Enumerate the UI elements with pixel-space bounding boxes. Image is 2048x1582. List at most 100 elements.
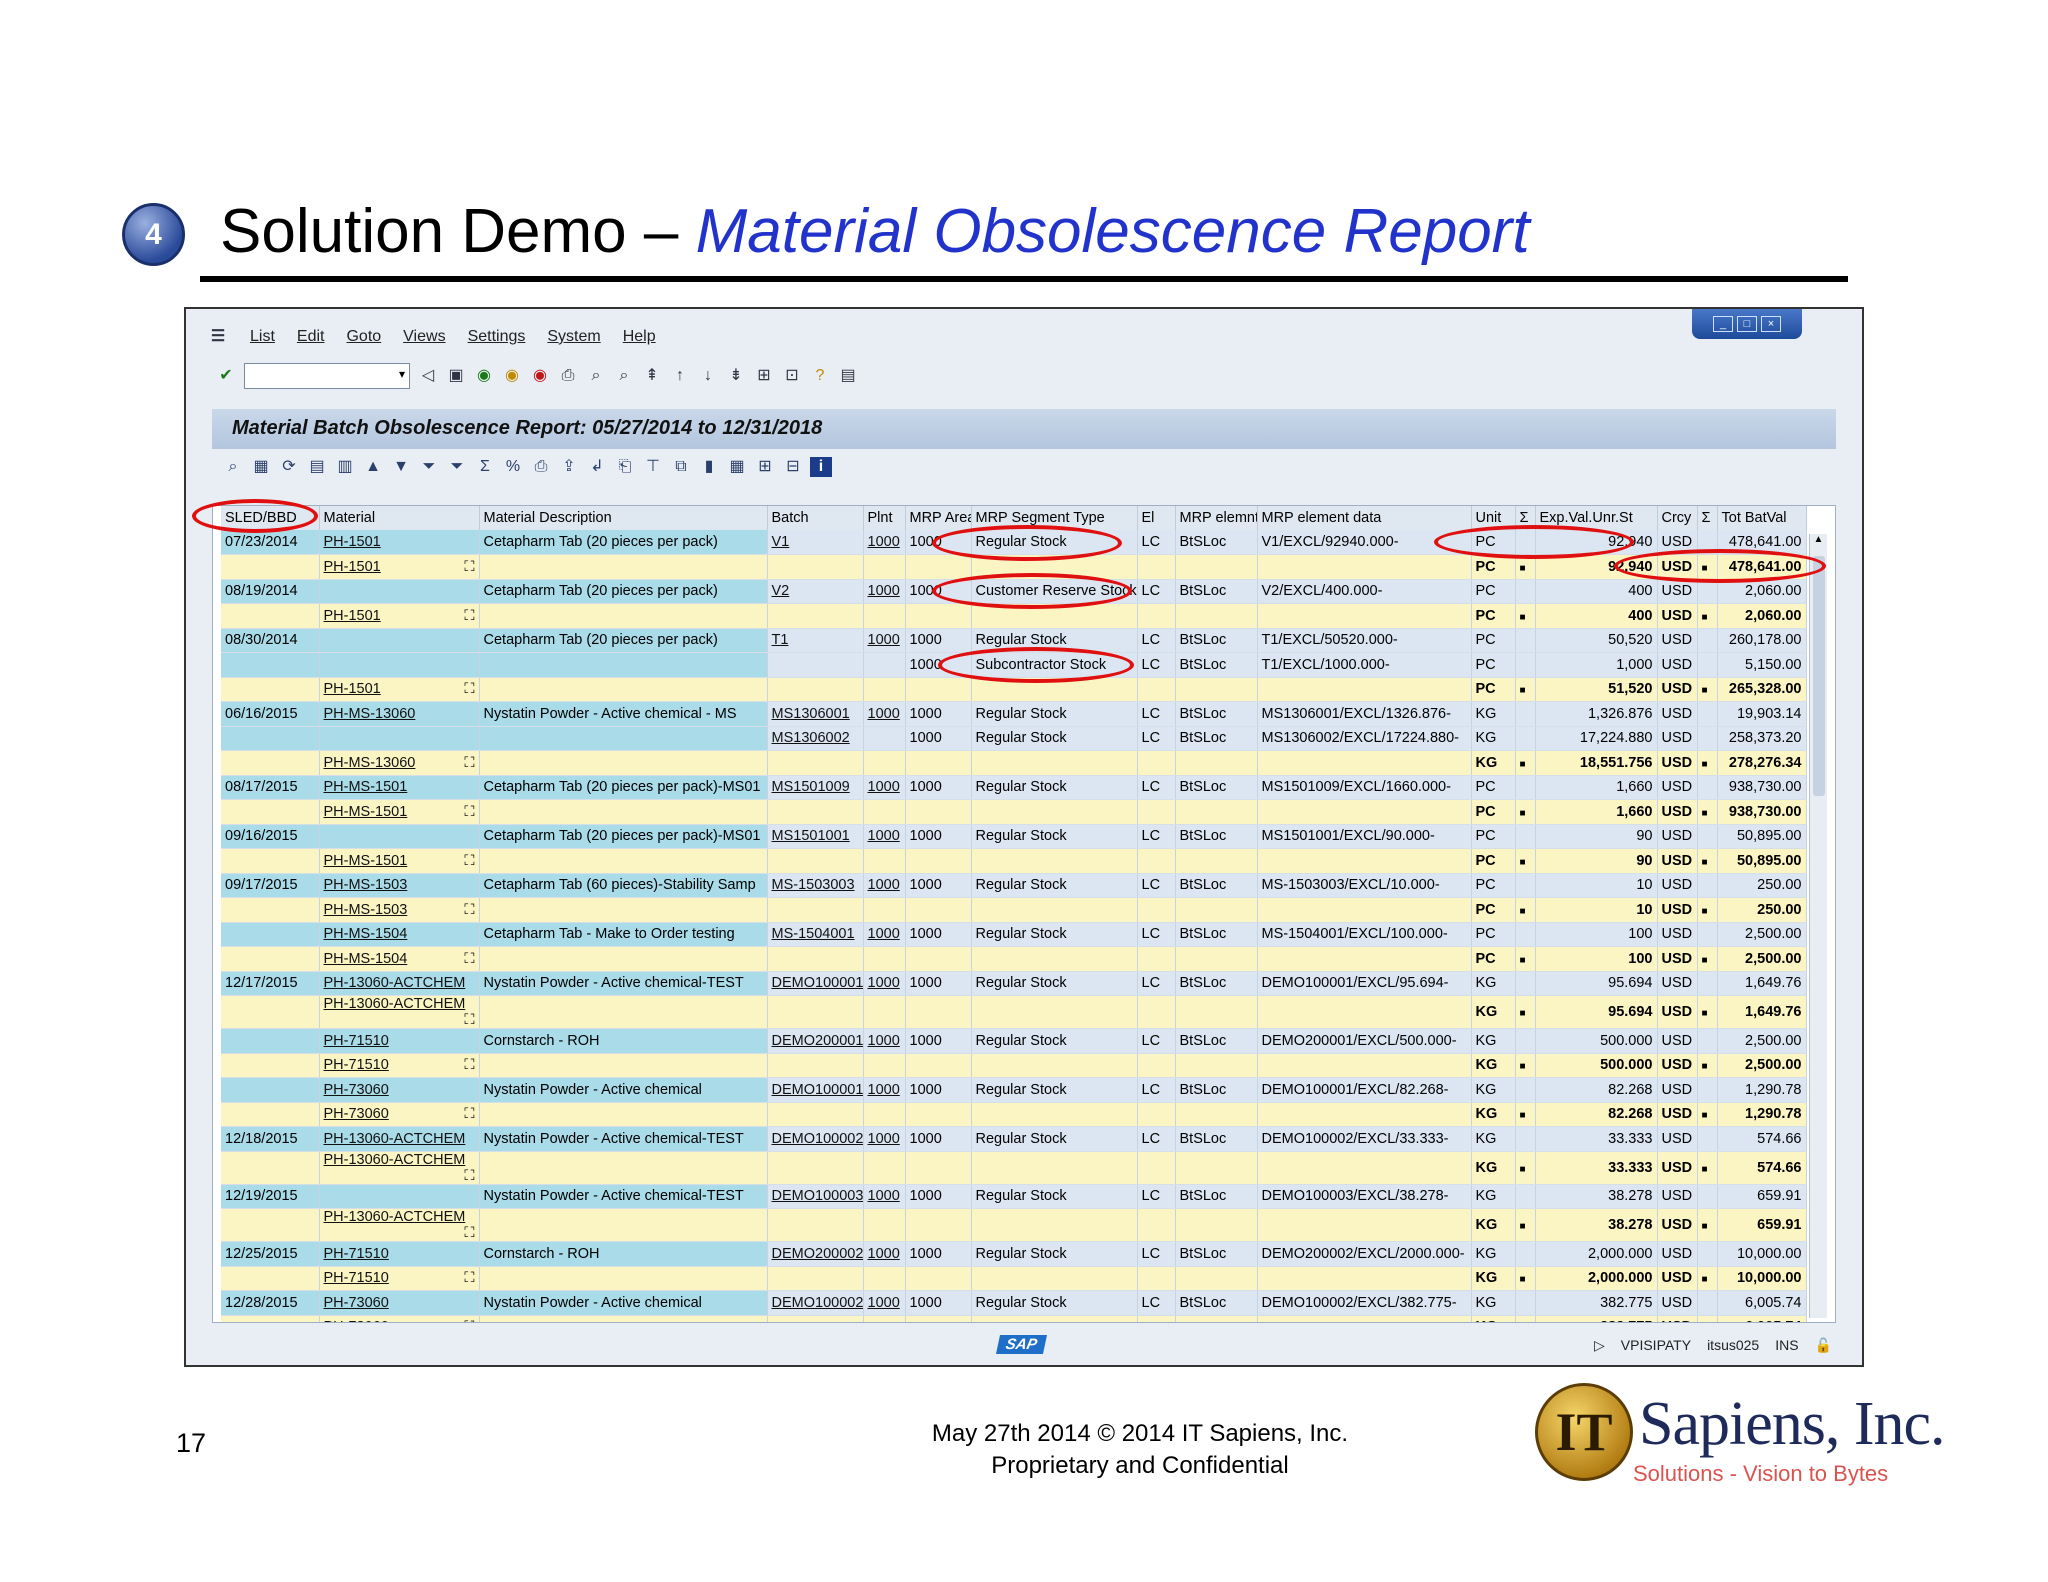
column-header[interactable]: Tot BatVal	[1717, 506, 1807, 530]
print-icon[interactable]: ⎙	[558, 366, 578, 386]
table-row[interactable]: 08/17/2015 PH-MS-1501 Cetapharm Tab (20 pi…	[221, 775, 1807, 800]
batch-cell-text[interactable]: V2	[772, 583, 790, 599]
column-header[interactable]: MRP elemnt	[1175, 506, 1258, 530]
material-cell[interactable]	[319, 1184, 480, 1209]
new-session-icon[interactable]: ⊞	[754, 366, 774, 386]
material-cell-text[interactable]: PH-71510	[324, 1057, 389, 1073]
subtotal-icon[interactable]: ⛶	[464, 608, 474, 624]
local-file-icon[interactable]: ⎗	[614, 457, 636, 477]
batch-cell-text[interactable]: MS-1503003	[772, 877, 855, 893]
material-cell-text[interactable]: PH-71510	[324, 1246, 389, 1262]
column-header[interactable]: Plnt	[863, 506, 906, 530]
material-cell[interactable]: PH-73060 ⛶	[319, 1315, 480, 1322]
plant-cell[interactable]: 1000	[863, 701, 906, 727]
table-row[interactable]: 12/18/2015 PH-13060-ACTCHEM Nystatin Powde…	[221, 1126, 1807, 1152]
next-page-icon[interactable]: ↓	[698, 366, 718, 386]
batch-cell[interactable]: DEMO200001	[767, 1028, 864, 1054]
subtotal-icon[interactable]: ⛶	[464, 1057, 474, 1073]
change-layout-icon[interactable]: ⊤	[642, 457, 664, 477]
table-row[interactable]: 08/19/2014 Cetapharm Tab (20 pieces per p…	[221, 579, 1807, 604]
plant-cell-text[interactable]: 1000	[868, 583, 900, 599]
menu-item-goto[interactable]: Goto	[346, 328, 381, 346]
material-cell-text[interactable]: PH-MS-13060	[324, 755, 416, 771]
plant-cell-text[interactable]: 1000	[868, 534, 900, 550]
subtotal-row[interactable]: PH-MS-1503 ⛶ PC ■ 10 USD ■ 250.00	[221, 897, 1807, 923]
material-cell[interactable]: PH-71510 ⛶	[319, 1053, 480, 1078]
plant-cell-text[interactable]: 1000	[868, 1033, 900, 1049]
plant-cell-text[interactable]: 1000	[868, 632, 900, 648]
plant-cell[interactable]: 1000	[863, 775, 906, 800]
plant-cell-text[interactable]: 1000	[868, 706, 900, 722]
column-header[interactable]: Material	[319, 506, 480, 530]
refresh-icon[interactable]: ⟳	[278, 457, 300, 477]
material-cell-text[interactable]: PH-1501	[324, 534, 381, 550]
table-row[interactable]: PH-MS-1504 Cetapharm Tab - Make to Order …	[221, 922, 1807, 947]
plant-cell[interactable]: 1000	[863, 579, 906, 604]
batch-cell[interactable]: DEMO100001	[767, 971, 864, 996]
subtotal-row[interactable]: PH-1501 ⛶ PC ■ 400 USD ■ 2,060.00	[221, 603, 1807, 629]
collapse-icon[interactable]: ▥	[334, 457, 356, 477]
plant-cell[interactable]: 1000	[863, 1077, 906, 1103]
menu-item-views[interactable]: Views	[403, 328, 445, 346]
filter-delete-icon[interactable]: ⏷	[446, 457, 468, 477]
batch-cell-text[interactable]: MS1501009	[772, 779, 850, 795]
plant-cell[interactable]: 1000	[863, 922, 906, 947]
table-row[interactable]: 09/16/2015 Cetapharm Tab (20 pieces per p…	[221, 824, 1807, 849]
batch-cell[interactable]: MS1501009	[767, 775, 864, 800]
column-header[interactable]: El	[1137, 506, 1176, 530]
table-row[interactable]: 09/17/2015 PH-MS-1503 Cetapharm Tab (60 pi…	[221, 873, 1807, 898]
batch-cell[interactable]: MS-1503003	[767, 873, 864, 898]
column-header[interactable]: Unit	[1471, 506, 1516, 530]
material-cell-text[interactable]: PH-13060-ACTCHEM	[324, 1152, 466, 1168]
material-cell[interactable]	[319, 579, 480, 604]
column-header[interactable]: SLED/BBD	[221, 506, 320, 530]
last-page-icon[interactable]: ⇟	[726, 366, 746, 386]
back-arrow-icon[interactable]: ◁	[418, 366, 438, 386]
plant-cell-text[interactable]: 1000	[868, 975, 900, 991]
column-icon[interactable]: ⊞	[754, 457, 776, 477]
material-cell-text[interactable]: PH-71510	[324, 1270, 389, 1286]
column-header[interactable]: Σ	[1697, 506, 1718, 530]
material-cell[interactable]	[319, 628, 480, 653]
column-header[interactable]: Crcy	[1657, 506, 1698, 530]
chart-icon[interactable]: ▮	[698, 457, 720, 477]
table-row[interactable]: 12/19/2015 Nystatin Powder - Active chemi…	[221, 1184, 1807, 1209]
material-cell[interactable]: PH-13060-ACTCHEM ⛶	[319, 995, 480, 1029]
table-row[interactable]: 12/25/2015 PH-71510 Cornstarch - ROH DEMO20…	[221, 1241, 1807, 1267]
plant-cell-text[interactable]: 1000	[868, 926, 900, 942]
batch-cell[interactable]: DEMO100002	[767, 1126, 864, 1152]
batch-cell[interactable]: V2	[767, 579, 864, 604]
material-cell-text[interactable]: PH-MS-1504	[324, 926, 408, 942]
batch-cell-text[interactable]: DEMO100003	[772, 1188, 863, 1204]
help-icon[interactable]: ?	[810, 366, 830, 386]
material-cell[interactable]	[319, 726, 480, 751]
batch-cell[interactable]: MS1501001	[767, 824, 864, 849]
material-cell-text[interactable]: PH-MS-1501	[324, 804, 408, 820]
material-cell-text[interactable]: PH-MS-1501	[324, 779, 408, 795]
material-cell-text[interactable]: PH-1501	[324, 559, 381, 575]
table-row[interactable]: 12/17/2015 PH-13060-ACTCHEM Nystatin Powde…	[221, 971, 1807, 996]
material-cell[interactable]: PH-71510	[319, 1028, 480, 1054]
batch-cell[interactable]: MS1306001	[767, 701, 864, 727]
batch-cell-text[interactable]: DEMO200001	[772, 1033, 863, 1049]
subtotal-icon[interactable]: ⛶	[464, 1225, 474, 1241]
shortcut-icon[interactable]: ⊡	[782, 366, 802, 386]
select-layout-icon[interactable]: ⧉	[670, 457, 692, 477]
material-cell[interactable]: PH-73060	[319, 1290, 480, 1316]
plant-cell-text[interactable]: 1000	[868, 828, 900, 844]
material-cell[interactable]: PH-MS-13060 ⛶	[319, 750, 480, 776]
column-header[interactable]: MRP Segment Type	[971, 506, 1138, 530]
material-cell[interactable]	[319, 652, 480, 678]
plant-cell[interactable]: 1000	[863, 1184, 906, 1209]
menu-item-help[interactable]: Help	[623, 328, 656, 346]
table-row[interactable]: PH-73060 Nystatin Powder - Active chemica…	[221, 1077, 1807, 1103]
subtotal-row[interactable]: PH-MS-1501 ⛶ PC ■ 90 USD ■ 50,895.00	[221, 848, 1807, 874]
material-cell-text[interactable]: PH-1501	[324, 681, 381, 697]
material-cell[interactable]: PH-1501 ⛶	[319, 603, 480, 629]
subtotal-icon[interactable]: ⛶	[464, 1012, 474, 1028]
total-icon[interactable]: Σ	[474, 457, 496, 477]
subtotal-row[interactable]: PH-13060-ACTCHEM ⛶ KG ■ 38.278 USD ■ 659.91	[221, 1208, 1807, 1242]
details-icon[interactable]: ⌕	[222, 457, 244, 477]
column-header[interactable]: Material Description	[479, 506, 768, 530]
batch-cell[interactable]: V1	[767, 530, 864, 555]
